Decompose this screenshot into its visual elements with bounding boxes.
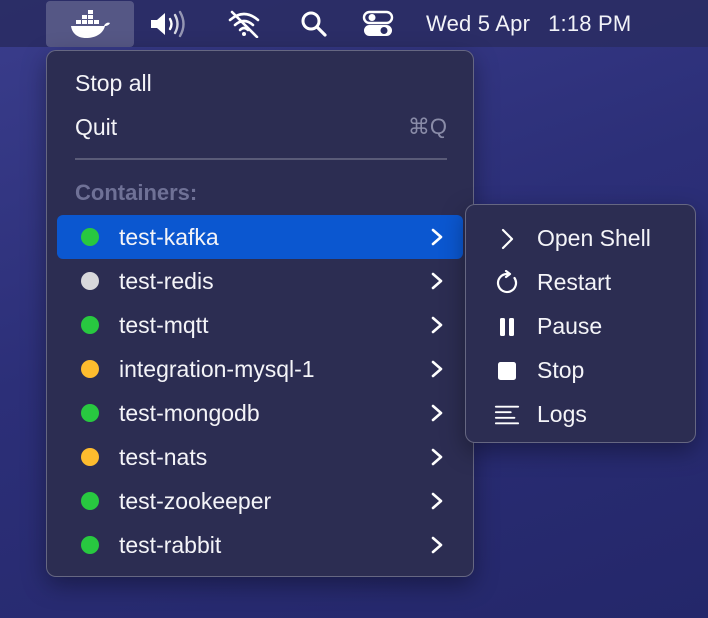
- container-row-test-redis[interactable]: test-redis: [57, 259, 463, 303]
- status-dot: [81, 492, 99, 510]
- docker-icon: [71, 10, 110, 38]
- control-center-icon: [362, 10, 394, 36]
- stop-menu-item[interactable]: Stop: [466, 348, 695, 392]
- status-dot: [81, 536, 99, 554]
- docker-menu-button[interactable]: [46, 1, 134, 47]
- container-row-test-nats[interactable]: test-nats: [57, 435, 463, 479]
- chevron-right-icon: [431, 404, 443, 422]
- chevron-right-icon: [431, 448, 443, 466]
- container-name: test-mqtt: [119, 312, 209, 338]
- container-name: test-mongodb: [119, 400, 260, 426]
- container-name: test-redis: [119, 268, 214, 294]
- open-shell-menu-item[interactable]: Open Shell: [466, 216, 695, 260]
- container-row-integration-mysql-1[interactable]: integration-mysql-1: [57, 347, 463, 391]
- chevron-right-icon: [494, 226, 520, 252]
- container-actions-submenu: Open Shell Restart Pause Stop Logs: [465, 204, 696, 443]
- speaker-icon: [151, 10, 185, 37]
- status-dot: [81, 404, 99, 422]
- chevron-right-icon: [431, 316, 443, 334]
- control-center-button[interactable]: [356, 0, 400, 47]
- chevron-right-icon: [431, 492, 443, 510]
- container-name: test-nats: [119, 444, 208, 470]
- wifi-off-icon: [228, 10, 260, 38]
- status-dot: [81, 360, 99, 378]
- submenu-item-label: Open Shell: [537, 225, 651, 251]
- clock[interactable]: Wed 5 Apr 1:18 PM: [426, 0, 631, 47]
- chevron-right-icon: [431, 360, 443, 378]
- status-dot: [81, 228, 99, 246]
- submenu-item-label: Restart: [537, 269, 612, 295]
- logs-icon: [494, 402, 520, 428]
- container-name: integration-mysql-1: [119, 356, 315, 382]
- logs-menu-item[interactable]: Logs: [466, 392, 695, 436]
- docker-dropdown-menu: Stop all Quit ⌘Q Containers: test-kafka …: [46, 50, 474, 577]
- menubar-date: Wed 5 Apr: [426, 10, 531, 36]
- menu-separator: [75, 158, 447, 160]
- container-name: test-rabbit: [119, 532, 222, 558]
- container-row-test-rabbit[interactable]: test-rabbit: [57, 523, 463, 567]
- pause-icon: [494, 314, 520, 340]
- container-row-test-zookeeper[interactable]: test-zookeeper: [57, 479, 463, 523]
- chevron-right-icon: [431, 228, 443, 246]
- containers-section-title: Containers:: [75, 180, 198, 205]
- pause-menu-item[interactable]: Pause: [466, 304, 695, 348]
- quit-menu-item[interactable]: Quit: [75, 114, 117, 141]
- restart-icon: [494, 270, 520, 296]
- submenu-item-label: Stop: [537, 357, 585, 383]
- container-name: test-kafka: [119, 224, 219, 250]
- menubar-time: 1:18 PM: [548, 10, 632, 36]
- chevron-right-icon: [431, 536, 443, 554]
- chevron-right-icon: [431, 272, 443, 290]
- container-row-test-mqtt[interactable]: test-mqtt: [57, 303, 463, 347]
- search-icon: [301, 11, 327, 37]
- spotlight-button[interactable]: [292, 0, 336, 47]
- wifi-button[interactable]: [222, 0, 266, 47]
- submenu-item-label: Pause: [537, 313, 603, 339]
- submenu-item-label: Logs: [537, 401, 587, 427]
- container-name: test-zookeeper: [119, 488, 272, 514]
- status-dot: [81, 448, 99, 466]
- stop-icon: [494, 358, 520, 384]
- stop-all-menu-item[interactable]: Stop all: [75, 70, 152, 97]
- status-dot: [81, 316, 99, 334]
- volume-button[interactable]: [146, 0, 190, 47]
- quit-shortcut: ⌘Q: [407, 114, 447, 139]
- container-row-test-kafka[interactable]: test-kafka: [57, 215, 463, 259]
- menu-bar: Wed 5 Apr 1:18 PM: [0, 0, 708, 47]
- status-dot: [81, 272, 99, 290]
- restart-menu-item[interactable]: Restart: [466, 260, 695, 304]
- container-row-test-mongodb[interactable]: test-mongodb: [57, 391, 463, 435]
